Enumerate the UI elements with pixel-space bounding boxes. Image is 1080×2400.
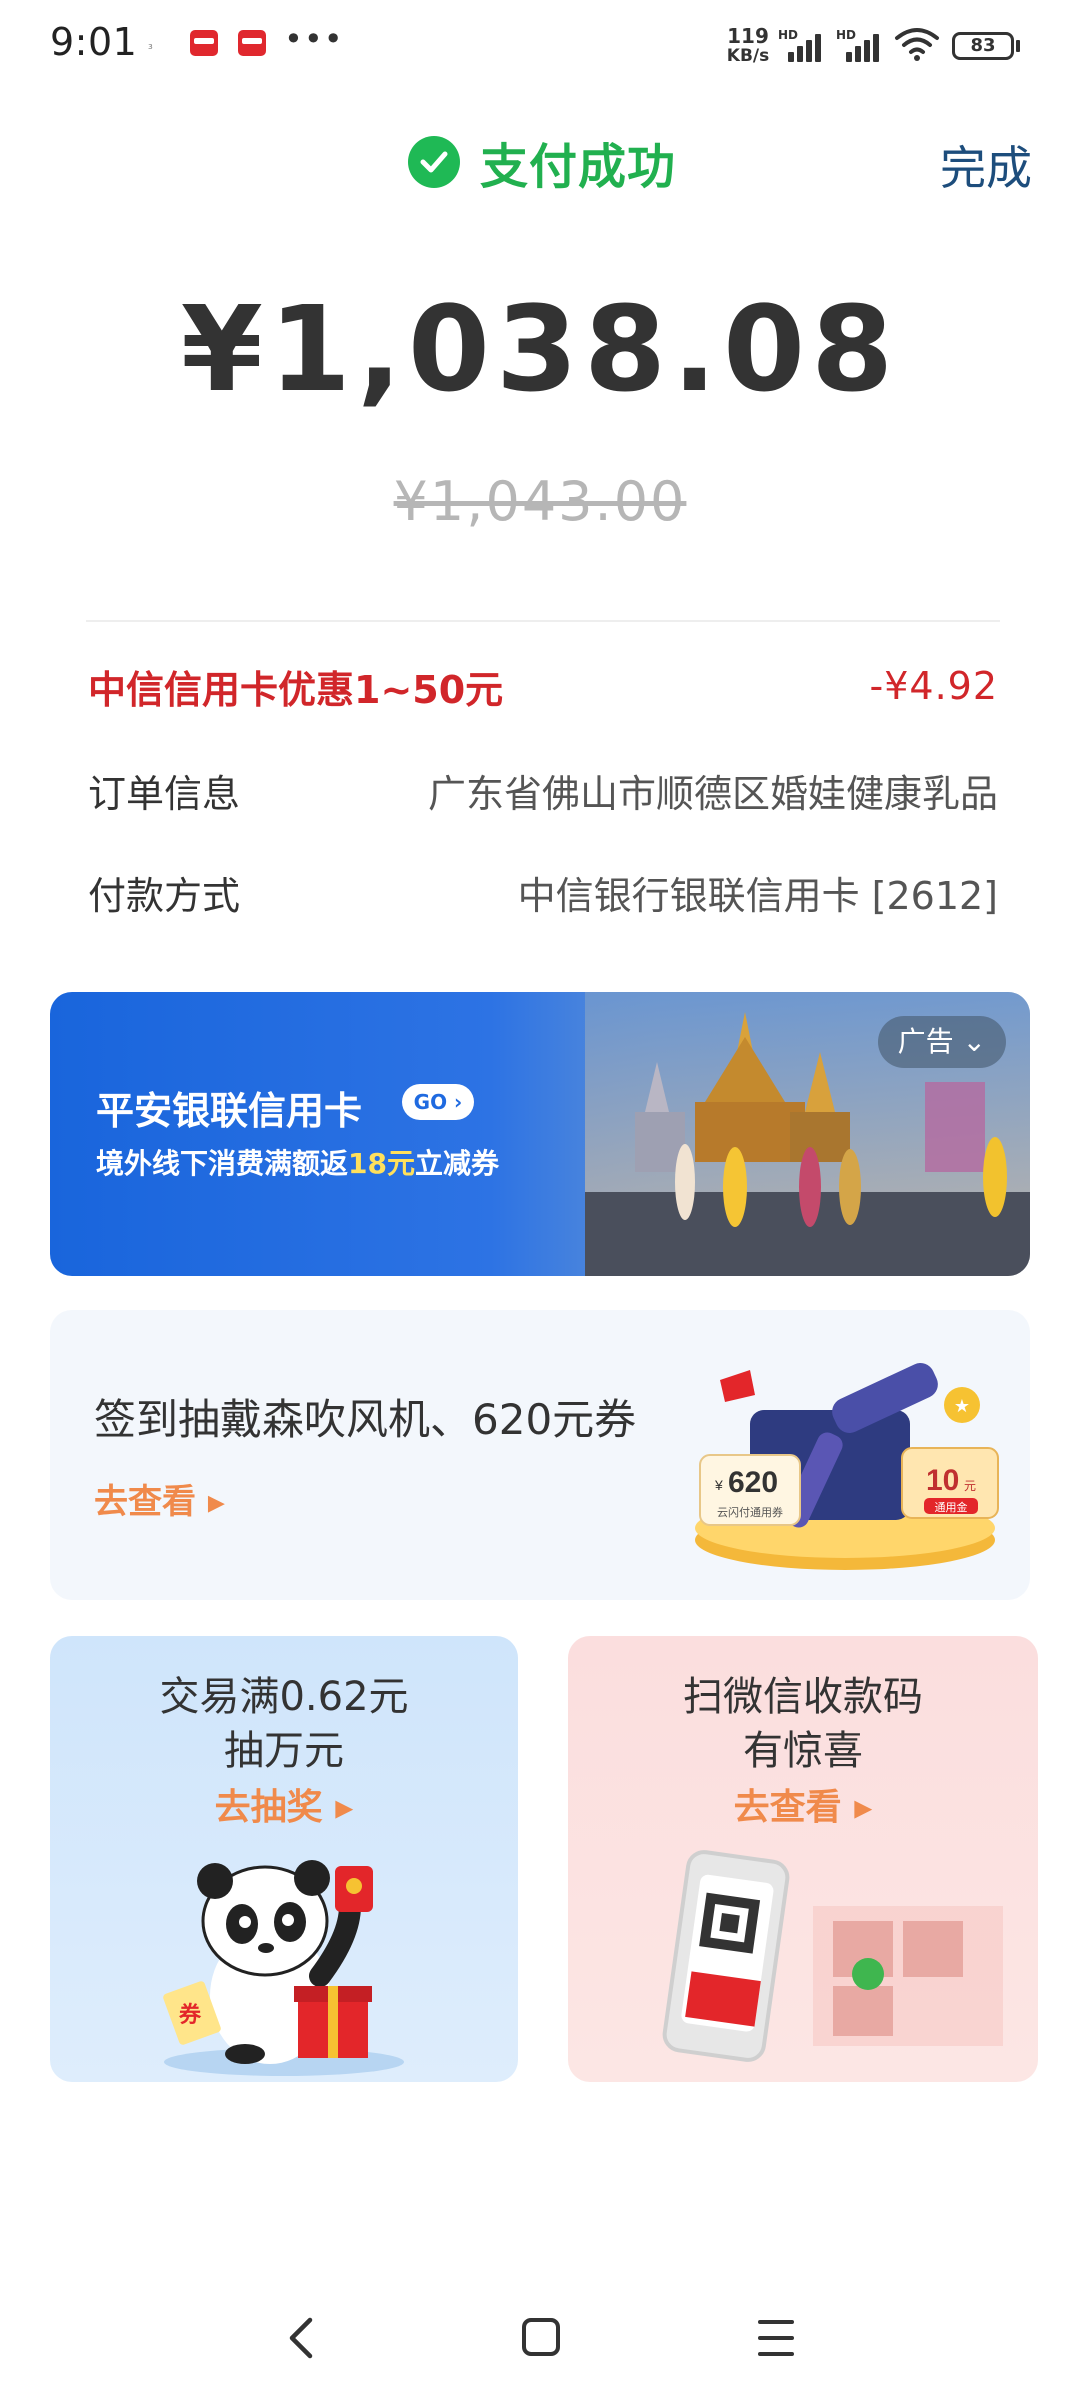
go-button[interactable]: GO › xyxy=(402,1084,474,1120)
phone-qr-image xyxy=(662,1850,1003,2062)
payment-status: 支付成功 xyxy=(408,130,677,195)
signal-icon: HD xyxy=(778,28,828,62)
banner-subtitle: 境外线下消费满额返18元立减券 xyxy=(96,1142,499,1182)
ad-tag[interactable]: 广告 ⌄ xyxy=(877,1016,1006,1068)
discount-row: 中信信用卡优惠1~50元 -¥4.92 xyxy=(88,656,998,716)
status-small-mark: ₃ xyxy=(148,38,153,52)
battery-tip xyxy=(1016,40,1020,52)
battery-icon: 83 xyxy=(952,32,1014,60)
wifi-icon xyxy=(895,28,939,61)
transaction-lottery-card[interactable]: 交易满0.62元 抽万元 去抽奖 ▸ 券 xyxy=(50,1636,518,2082)
signin-prize-image: ★ ¥ 620 云闪付通用券 10 元 通用金 xyxy=(695,1363,999,1570)
triangle-right-icon: ▸ xyxy=(854,1787,873,1828)
payment-method-value: 中信银行银联信用卡 [2612] xyxy=(517,873,998,918)
signin-view-label: 去查看 xyxy=(94,1482,196,1522)
promo-left-line-1: 交易满0.62元 xyxy=(159,1674,409,1720)
divider xyxy=(86,620,1000,622)
app-notification-icon xyxy=(190,30,218,56)
status-time: 9:01 xyxy=(50,20,138,64)
signin-view-link[interactable]: 去查看 ▸ xyxy=(94,1474,225,1523)
panda-mascot-image: 券 xyxy=(163,1860,404,2076)
discount-amount: -¥4.92 xyxy=(869,664,998,708)
triangle-right-icon: ▸ xyxy=(335,1787,354,1828)
lottery-link-label: 去抽奖 xyxy=(214,1787,323,1828)
menu-icon[interactable] xyxy=(758,2318,794,2358)
promo-left-line-2: 抽万元 xyxy=(224,1728,344,1774)
payment-status-text: 支付成功 xyxy=(480,139,677,195)
qr-view-label: 去查看 xyxy=(733,1787,842,1828)
lottery-link[interactable]: 去抽奖 ▸ xyxy=(50,1778,518,1830)
order-info-row[interactable]: 订单信息 广东省佛山市顺德区婚娃健康乳品 xyxy=(88,760,998,820)
banner-title: 平安银联信用卡 xyxy=(96,1089,363,1133)
more-notifications-icon: ••• xyxy=(284,20,344,58)
network-speed-unit: KB/s xyxy=(726,46,770,66)
order-info-label: 订单信息 xyxy=(88,771,241,816)
done-button[interactable]: 完成 xyxy=(940,132,1032,198)
ad-tag-label: 广告 xyxy=(897,1025,954,1058)
order-info-value: 广东省佛山市顺德区婚娃健康乳品 xyxy=(427,771,998,816)
credit-card-ad-banner[interactable]: 平安银联信用卡 GO › 境外线下消费满额返18元立减券 广告 ⌄ xyxy=(50,992,1030,1276)
banner-subtitle-suffix: 立减券 xyxy=(414,1147,499,1180)
triangle-right-icon: ▸ xyxy=(207,1482,225,1522)
promo-right-line-1: 扫微信收款码 xyxy=(683,1674,923,1720)
paid-amount: ¥1,038.08 xyxy=(180,280,900,418)
chevron-down-icon: ⌄ xyxy=(962,1025,986,1058)
app-notification-icon xyxy=(238,30,266,56)
go-label: GO xyxy=(413,1090,448,1114)
payment-method-label: 付款方式 xyxy=(88,873,241,918)
payment-method-row[interactable]: 付款方式 中信银行银联信用卡 [2612] xyxy=(88,862,998,922)
coupon-caption: 云闪付通用券 xyxy=(717,1505,783,1519)
check-circle-icon xyxy=(408,136,460,188)
promo-right-line-2: 有惊喜 xyxy=(743,1728,863,1774)
qr-view-link[interactable]: 去查看 ▸ xyxy=(568,1778,1038,1830)
coupon-label: 券 xyxy=(178,2002,202,2027)
gold-caption: 通用金 xyxy=(935,1500,968,1514)
network-speed-value: 119 xyxy=(727,24,769,48)
signin-lottery-card[interactable]: 签到抽戴森吹风机、620元券 去查看 ▸ ★ ¥ 620 云闪付通用券 10 元… xyxy=(50,1310,1030,1600)
wechat-qr-promo-card[interactable]: 扫微信收款码 有惊喜 去查看 ▸ xyxy=(568,1636,1038,2082)
gold-amount: 10 xyxy=(926,1464,959,1497)
signal-hd-label: HD xyxy=(778,28,799,42)
svg-text:★: ★ xyxy=(954,1396,970,1416)
signin-card-title: 签到抽戴森吹风机、620元券 xyxy=(94,1395,637,1444)
coupon-currency: ¥ xyxy=(714,1477,723,1493)
coupon-amount: 620 xyxy=(728,1466,778,1499)
gold-unit: 元 xyxy=(964,1479,976,1493)
status-bar: 9:01 ₃ ••• 119 KB/s HD HD 83 xyxy=(0,0,1080,92)
discount-label: 中信信用卡优惠1~50元 xyxy=(88,667,504,712)
signal-hd-label: HD xyxy=(836,28,857,42)
signal-icon: HD xyxy=(836,28,886,62)
network-speed: 119 KB/s xyxy=(722,26,774,66)
home-icon[interactable] xyxy=(522,2318,560,2356)
banner-subtitle-prefix: 境外线下消费满额返 xyxy=(96,1147,349,1180)
back-icon[interactable] xyxy=(282,2314,322,2362)
banner-subtitle-highlight: 18元 xyxy=(348,1147,415,1180)
original-amount: ¥1,043.00 xyxy=(393,470,687,533)
